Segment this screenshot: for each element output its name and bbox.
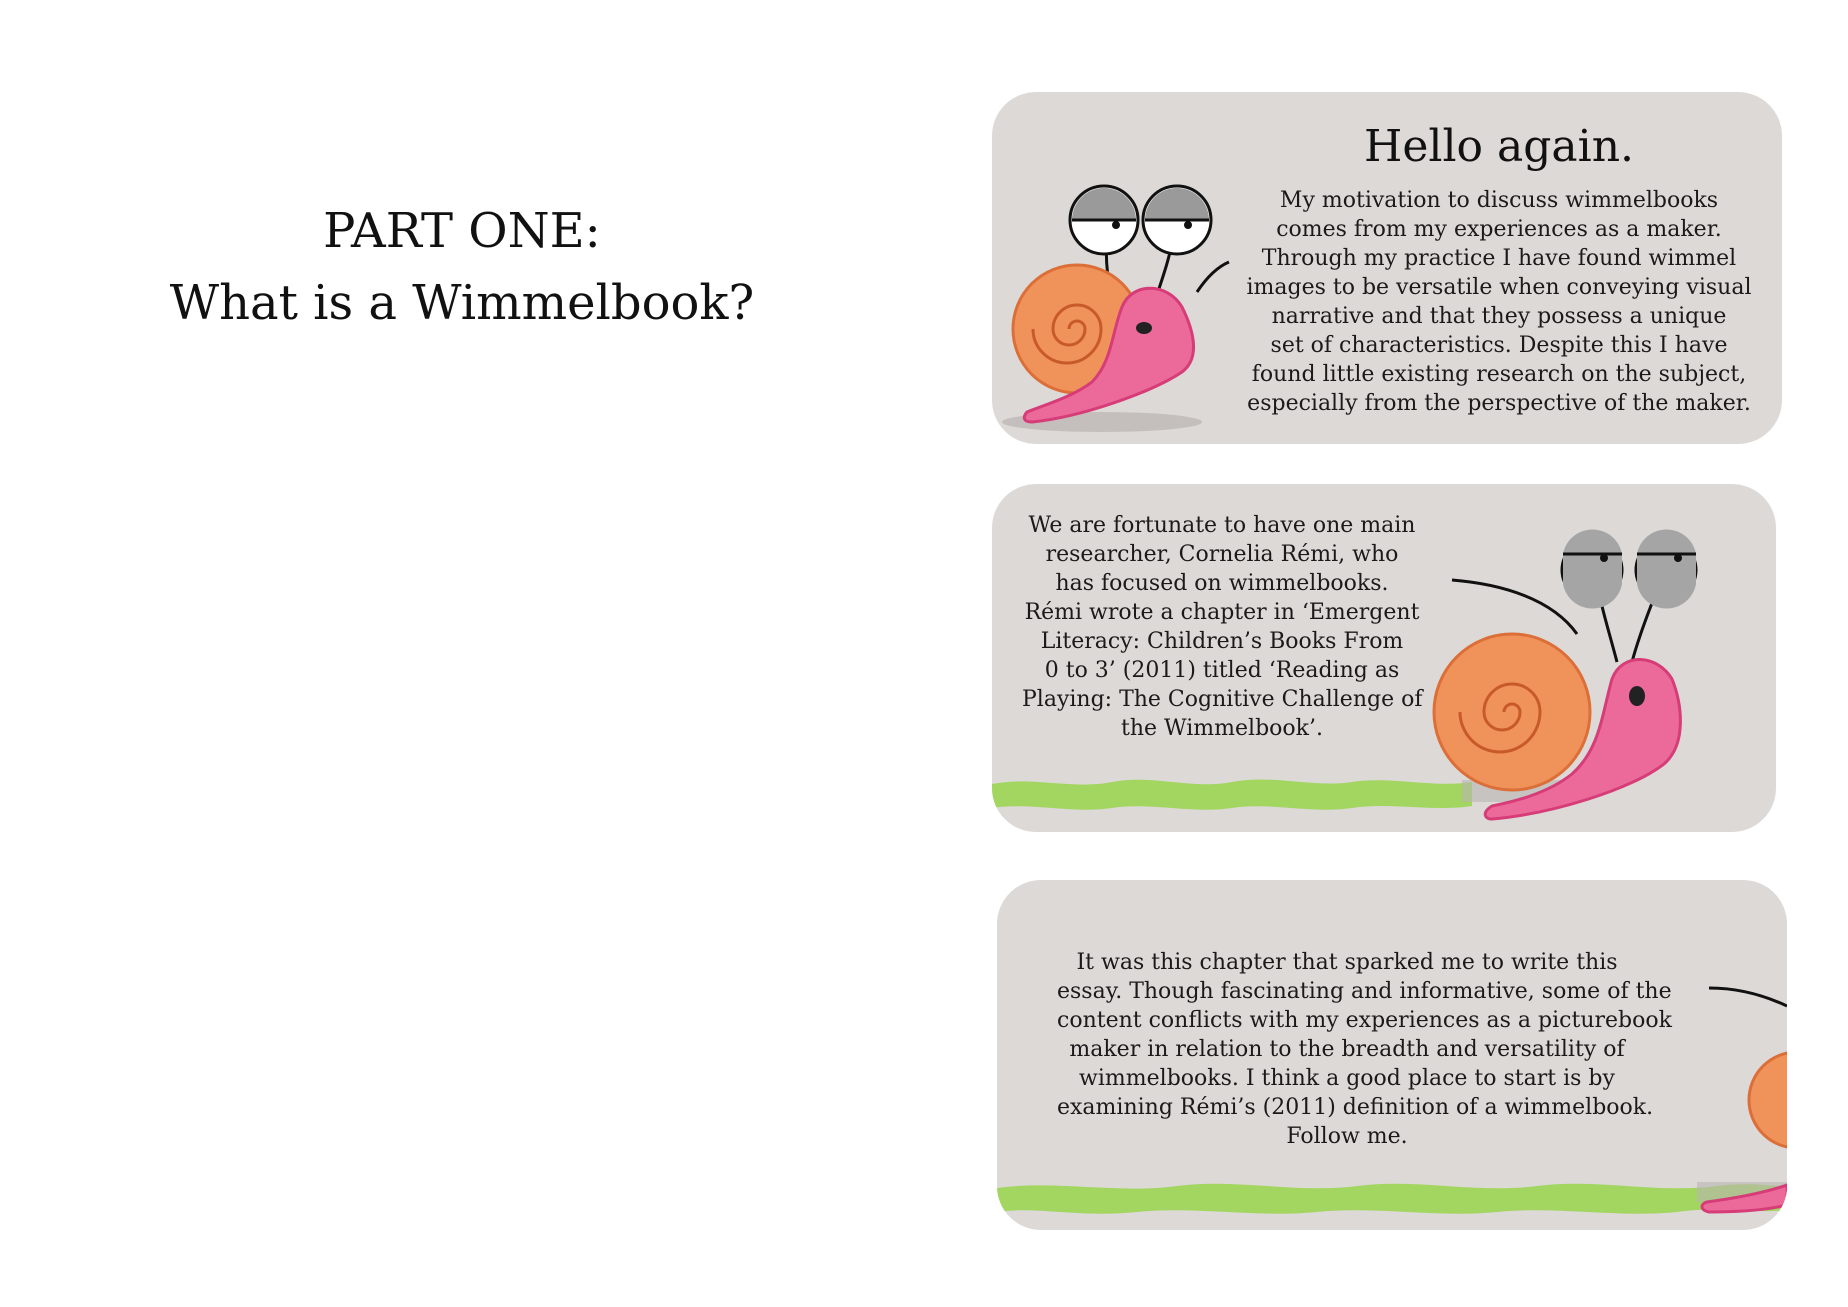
part-heading-line-2: What is a Wimmelbook? — [169, 275, 755, 331]
text-line: Through my practice I have found wimmel — [1261, 246, 1737, 271]
text-line: has focused on wimmelbooks. — [1055, 571, 1389, 596]
text-line: wimmelbooks. I think a good place to sta… — [1079, 1066, 1615, 1091]
text-line: narrative and that they possess a unique — [1271, 304, 1727, 329]
text-line: especially from the perspective of the m… — [1247, 391, 1751, 416]
left-page: PART ONE: What is a Wimmelbook? — [0, 0, 924, 1307]
comic-panel-1: Hello again. My motivation to discuss wi… — [992, 92, 1782, 444]
text-line: comes from my experiences as a maker. — [1276, 217, 1722, 242]
comic-panel-3: It was this chapter that sparked me to w… — [997, 880, 1787, 1230]
text-line: content conflicts with my experiences as… — [1057, 1008, 1672, 1033]
text-line: the Wimmelbook’. — [1121, 716, 1323, 741]
text-line: set of characteristics. Despite this I h… — [1270, 333, 1728, 358]
part-heading: PART ONE: What is a Wimmelbook? — [0, 195, 924, 339]
comic-panel-2: We are fortunate to have one main resear… — [992, 484, 1776, 832]
text-line: essay. Though fascinating and informativ… — [1057, 979, 1672, 1004]
panel-1-text: My motivation to discuss wimmelbooks com… — [1241, 186, 1757, 418]
text-line: Follow me. — [1286, 1124, 1408, 1149]
text-line: maker in relation to the breadth and ver… — [1069, 1037, 1625, 1062]
text-line: found little existing research on the su… — [1251, 362, 1747, 387]
panel-2-text: We are fortunate to have one main resear… — [1022, 511, 1422, 743]
text-line: Literacy: Children’s Books From — [1040, 629, 1404, 654]
text-line: My motivation to discuss wimmelbooks — [1279, 188, 1719, 213]
panel-1-title: Hello again. — [1363, 121, 1635, 172]
part-heading-line-1: PART ONE: — [323, 203, 601, 259]
text-line: Playing: The Cognitive Challenge of — [1022, 687, 1423, 712]
text-line: researcher, Cornelia Rémi, who — [1045, 542, 1399, 567]
panel-3-text: It was this chapter that sparked me to w… — [1057, 948, 1672, 1151]
text-line: images to be versatile when conveying vi… — [1246, 275, 1752, 300]
text-line: Rémi wrote a chapter in ‘Emergent — [1024, 600, 1420, 625]
text-line: We are fortunate to have one main — [1028, 513, 1416, 538]
text-line: It was this chapter that sparked me to w… — [1076, 950, 1618, 975]
text-line: 0 to 3’ (2011) titled ‘Reading as — [1044, 658, 1400, 683]
text-line: examining Rémi’s (2011) definition of a … — [1057, 1095, 1654, 1120]
